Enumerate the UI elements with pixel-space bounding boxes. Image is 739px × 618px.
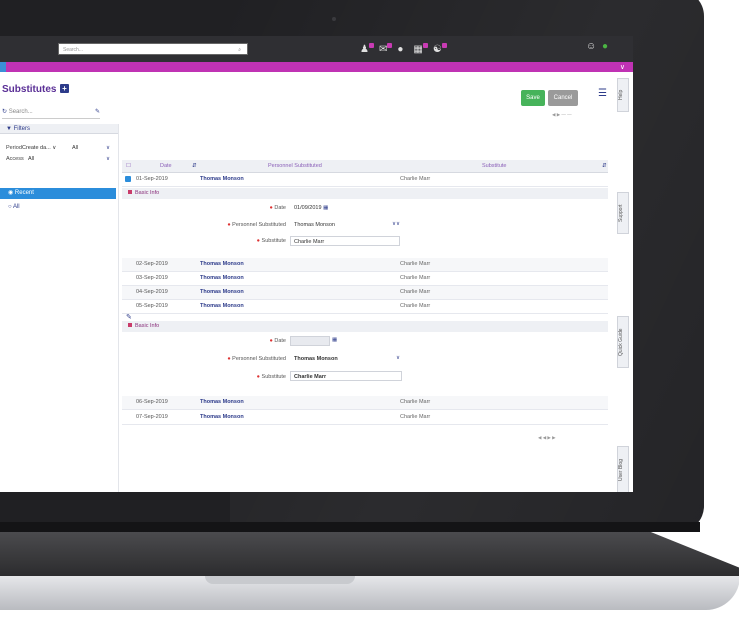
- menu-toggle[interactable]: [0, 62, 6, 72]
- page-title: Substitutes: [2, 84, 57, 95]
- date-field[interactable]: 01/09/2019 ▦: [294, 205, 328, 211]
- header-substitute[interactable]: Substitute: [482, 163, 506, 169]
- quick-guide-tab[interactable]: Quick Guide: [617, 316, 629, 368]
- personnel-label: Personnel Substituted: [232, 222, 286, 228]
- filters-header[interactable]: ▼ Filters: [0, 124, 118, 134]
- save-button[interactable]: Save: [521, 90, 545, 106]
- menu-icon[interactable]: ☰: [598, 88, 607, 99]
- chevron-down-icon[interactable]: ∨: [620, 63, 625, 71]
- chevron-down-icon[interactable]: ∨: [106, 156, 110, 162]
- global-search-input[interactable]: Search... ⌕: [58, 43, 248, 55]
- top-bar: Search... ⌕ ♟ ✉ ● ▦ ☯ ☺ ●: [0, 36, 633, 62]
- nav-item-recent[interactable]: ◉ Recent: [0, 188, 116, 199]
- table-header: ☐ Date ⇵ Personnel Substituted Substitut…: [122, 160, 608, 173]
- calendar-icon[interactable]: ▦: [413, 42, 428, 55]
- access-label: Access: [6, 156, 24, 162]
- nav-item-all[interactable]: ○ All: [0, 202, 116, 213]
- pager-top[interactable]: ◀ ▶ — —: [552, 112, 572, 118]
- basic-info-section[interactable]: Basic Info: [122, 188, 608, 199]
- period-select[interactable]: Create da... ∨: [22, 145, 56, 151]
- column-options-icon[interactable]: ⇵: [602, 163, 607, 169]
- status-dot-icon: ●: [602, 41, 609, 52]
- refresh-icon[interactable]: ↻: [2, 109, 7, 115]
- edit-icon[interactable]: ✎: [95, 108, 100, 115]
- all-icon: ○: [8, 204, 12, 210]
- edit-icon[interactable]: ✎: [126, 313, 132, 321]
- chevron-down-icon[interactable]: ∨∨: [392, 221, 400, 227]
- date-field[interactable]: [290, 336, 330, 346]
- header-personnel[interactable]: Personnel Substituted: [268, 163, 322, 169]
- user-blog-tab[interactable]: User Blog: [617, 446, 629, 492]
- substitute-label: Substitute: [261, 374, 286, 380]
- table-row[interactable]: 03-Sep-2019 Thomas Monson Charlie Marr: [122, 272, 608, 286]
- substitute-input[interactable]: Charlie Marr: [290, 236, 400, 246]
- help-tab[interactable]: Help: [617, 78, 629, 112]
- date-label: Date: [274, 205, 286, 211]
- list-search-input[interactable]: ↻ Search... ✎: [2, 108, 100, 119]
- user-icon[interactable]: ☺: [586, 41, 596, 52]
- personnel-select[interactable]: Thomas Monson: [294, 356, 338, 362]
- calendar-icon[interactable]: ▦: [323, 205, 328, 211]
- app-screen: Search... ⌕ ♟ ✉ ● ▦ ☯ ☺ ● ∨ Substitutes …: [0, 36, 633, 492]
- period-label: Period: [6, 145, 22, 151]
- mail-icon[interactable]: ✉: [379, 42, 393, 55]
- table-row[interactable]: 07-Sep-2019 Thomas Monson Charlie Marr: [122, 411, 608, 425]
- add-substitute-button[interactable]: +: [60, 84, 69, 93]
- table-row[interactable]: 02-Sep-2019 Thomas Monson Charlie Marr: [122, 258, 608, 272]
- date-label: Date: [274, 338, 286, 344]
- group-icon[interactable]: ☯: [433, 42, 447, 55]
- user-alert-icon[interactable]: ♟: [360, 42, 374, 55]
- pager-bottom[interactable]: ◀ ◀ ▶ ▶: [538, 435, 556, 441]
- sort-icon[interactable]: ⇵: [192, 163, 197, 169]
- table-row[interactable]: 05-Sep-2019 Thomas Monson Charlie Marr: [122, 300, 608, 314]
- laptop: Search... ⌕ ♟ ✉ ● ▦ ☯ ☺ ● ∨ Substitutes …: [0, 0, 739, 618]
- row-checkbox[interactable]: [125, 176, 131, 182]
- period-scope-select[interactable]: All: [72, 145, 78, 151]
- laptop-base: [0, 532, 739, 618]
- search-icon: ⌕: [238, 47, 241, 53]
- access-select[interactable]: All: [28, 156, 34, 162]
- chevron-down-icon[interactable]: ∨: [106, 145, 110, 151]
- calendar-icon[interactable]: ▦: [332, 337, 337, 343]
- substitute-input[interactable]: Charlie Marr: [290, 371, 402, 381]
- support-tab[interactable]: Support: [617, 192, 629, 234]
- chat-icon[interactable]: ●: [397, 44, 403, 55]
- camera: [332, 17, 336, 21]
- table-row[interactable]: 06-Sep-2019 Thomas Monson Charlie Marr: [122, 396, 608, 410]
- header-date[interactable]: Date: [160, 163, 172, 169]
- personnel-select[interactable]: Thomas Monson: [294, 222, 335, 228]
- table-row[interactable]: 01-Sep-2019 Thomas Monson Charlie Marr: [122, 173, 608, 187]
- select-all-checkbox[interactable]: ☐: [126, 163, 131, 169]
- table-row[interactable]: 04-Sep-2019 Thomas Monson Charlie Marr: [122, 286, 608, 300]
- basic-info-section[interactable]: Basic Info: [122, 321, 608, 332]
- cancel-button[interactable]: Cancel: [548, 90, 578, 106]
- menu-bar: ∨: [0, 62, 633, 72]
- substitute-label: Substitute: [261, 238, 286, 244]
- personnel-label: Personnel Substituted: [232, 356, 286, 362]
- recent-icon: ◉: [8, 190, 14, 196]
- filter-icon: ▼: [6, 126, 12, 132]
- chevron-down-icon[interactable]: ∨: [396, 355, 400, 361]
